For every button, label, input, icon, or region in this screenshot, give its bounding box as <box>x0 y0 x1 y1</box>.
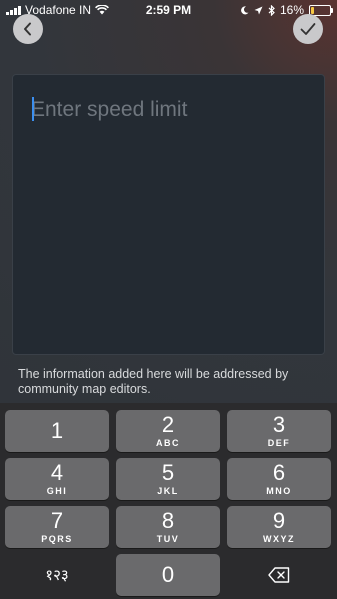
key-letters: TUV <box>156 534 180 544</box>
key-6[interactable]: 6 MNO <box>227 458 331 500</box>
back-button[interactable] <box>13 14 43 44</box>
status-bar: Vodafone IN 2:59 PM 16% <box>0 0 337 20</box>
moon-icon <box>241 5 249 14</box>
key-number: 5 <box>161 460 175 485</box>
key-number: 8 <box>161 508 175 533</box>
key-letters: ABC <box>156 438 180 448</box>
key-9[interactable]: 9 WXYZ <box>227 506 331 548</box>
key-5[interactable]: 5 JKL <box>116 458 220 500</box>
key-2[interactable]: 2 ABC <box>116 410 220 452</box>
info-text: The information added here will be addre… <box>18 367 289 396</box>
key-number: 4 <box>50 460 64 485</box>
key-letters: MNO <box>266 486 292 496</box>
key-0[interactable]: 0 <box>116 554 220 596</box>
key-number: 2 <box>161 412 175 437</box>
speed-limit-input-area[interactable] <box>12 74 325 355</box>
speed-limit-input[interactable] <box>31 95 311 125</box>
chevron-left-icon <box>24 22 31 36</box>
key-1[interactable]: 1 <box>5 410 109 452</box>
bluetooth-icon <box>268 4 275 16</box>
key-number: 7 <box>50 508 64 533</box>
key-letters: WXYZ <box>263 534 295 544</box>
key-number: 9 <box>272 508 286 533</box>
alternate-numerals-key[interactable]: १२३ <box>5 554 109 596</box>
key-letters: JKL <box>157 486 179 496</box>
numeric-keypad: 1 2 ABC 3 DEF 4 GHI 5 JKL 6 MNO 7 PQRS 8… <box>0 403 337 599</box>
key-number: 0 <box>161 562 175 587</box>
backspace-icon <box>268 567 290 583</box>
key-7[interactable]: 7 PQRS <box>5 506 109 548</box>
alternate-numerals-label: १२३ <box>45 567 69 584</box>
key-8[interactable]: 8 TUV <box>116 506 220 548</box>
key-number: 3 <box>272 412 286 437</box>
key-letters: DEF <box>267 438 291 448</box>
key-letters: GHI <box>46 486 68 496</box>
key-4[interactable]: 4 GHI <box>5 458 109 500</box>
checkmark-icon <box>300 23 316 35</box>
text-caret <box>32 97 34 121</box>
delete-key[interactable] <box>227 554 331 596</box>
location-icon <box>254 6 263 14</box>
key-letters: PQRS <box>41 534 73 544</box>
key-number: 1 <box>50 418 64 443</box>
key-number: 6 <box>272 460 286 485</box>
confirm-button[interactable] <box>293 14 323 44</box>
key-3[interactable]: 3 DEF <box>227 410 331 452</box>
